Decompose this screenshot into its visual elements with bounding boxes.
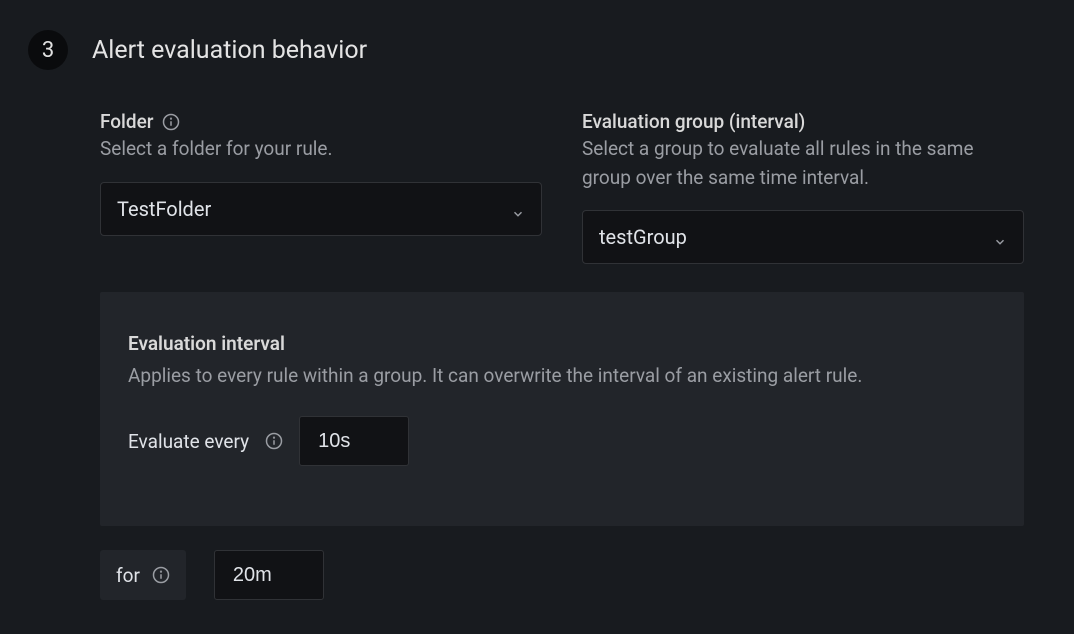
for-label-box: for (100, 550, 186, 600)
evaluate-every-row: Evaluate every (128, 416, 996, 466)
evaluation-group-field: Evaluation group (interval) Select a gro… (582, 110, 1024, 264)
for-label: for (116, 564, 140, 587)
info-icon[interactable] (162, 113, 180, 131)
chevron-down-icon (511, 202, 525, 216)
info-icon[interactable] (152, 566, 170, 584)
evaluation-group-description: Select a group to evaluate all rules in … (582, 135, 1024, 192)
folder-field: Folder Select a folder for your rule. Te… (100, 110, 542, 264)
evaluate-every-input[interactable] (299, 416, 409, 466)
folder-description: Select a folder for your rule. (100, 135, 542, 164)
evaluation-group-label: Evaluation group (interval) (582, 110, 1024, 133)
chevron-down-icon (993, 230, 1007, 244)
evaluation-interval-panel: Evaluation interval Applies to every rul… (100, 292, 1024, 526)
section-content: Folder Select a folder for your rule. Te… (20, 110, 1054, 600)
evaluate-every-label: Evaluate every (128, 430, 249, 453)
folder-select[interactable]: TestFolder (100, 182, 542, 236)
for-input[interactable] (214, 550, 324, 600)
folder-label-row: Folder (100, 110, 542, 133)
evaluation-interval-description: Applies to every rule within a group. It… (128, 361, 996, 390)
evaluation-interval-title: Evaluation interval (128, 332, 996, 355)
section-header: 3 Alert evaluation behavior (20, 20, 1054, 70)
for-row: for (100, 550, 1024, 600)
folder-select-value: TestFolder (117, 197, 211, 221)
fields-row: Folder Select a folder for your rule. Te… (100, 110, 1024, 264)
evaluation-group-select[interactable]: testGroup (582, 210, 1024, 264)
info-icon[interactable] (265, 432, 283, 450)
folder-label: Folder (100, 110, 154, 133)
step-number-badge: 3 (28, 30, 68, 70)
section-title: Alert evaluation behavior (92, 36, 367, 65)
evaluation-group-select-value: testGroup (599, 225, 687, 249)
